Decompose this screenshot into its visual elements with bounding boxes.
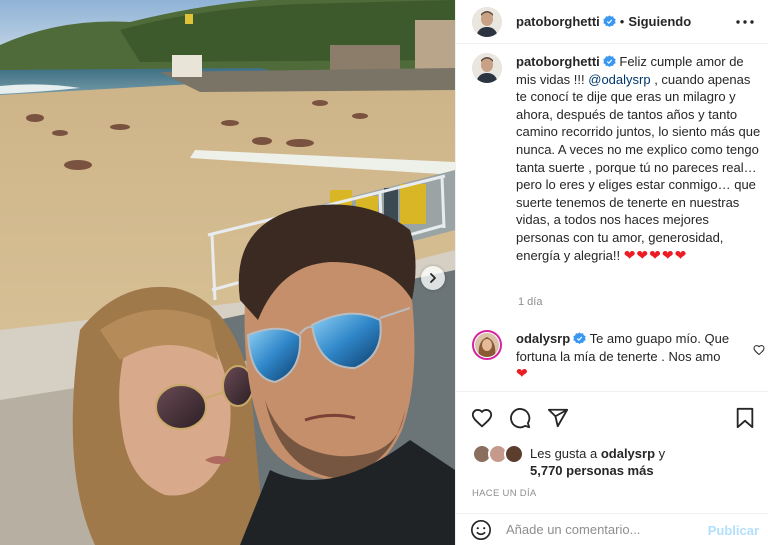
save-button[interactable] [733,406,757,430]
likes-middle: y [655,446,666,461]
verified-badge-icon [603,55,616,68]
like-button[interactable] [470,406,494,430]
comment-input[interactable] [506,522,696,537]
comment-avatar[interactable] [472,330,502,360]
caption-mention-link[interactable]: @odalysrp [588,72,650,87]
likes-text: Les gusta a odalysrp y 5,770 personas má… [530,445,665,479]
caption-time[interactable]: 1 día [518,296,542,308]
chevron-right-icon [430,273,436,283]
comment-username[interactable]: odalysrp [516,331,570,346]
profile-photo-patoborghetti [472,6,502,37]
caption: patoborghetti Feliz cumple amor de mis v… [472,53,762,264]
liker-avatars [472,444,526,466]
bookmark-icon [736,407,754,429]
more-options-icon [736,20,754,24]
next-photo-button[interactable] [421,266,445,290]
caption-text-rest: , cuando apenas te conocí te dije que er… [516,71,761,263]
verified-badge-icon [603,15,616,28]
heart-icon [471,409,493,428]
comment-button[interactable] [508,406,532,430]
post-sidebar: patoborghetti • Siguiendo patoborghetti … [455,0,768,545]
comment-icon [510,408,531,429]
likes-first-user[interactable]: odalysrp [601,446,655,461]
likes-count-link[interactable]: 5,770 personas más [530,463,654,478]
share-button[interactable] [546,406,570,430]
caption-avatar[interactable] [472,53,502,83]
header-user-info: patoborghetti • Siguiendo [516,14,691,29]
header-username[interactable]: patoborghetti [516,14,600,29]
comment-like-button[interactable] [753,344,765,359]
heart-icon [753,345,765,356]
avatar[interactable] [472,6,502,37]
comment-hearts: ❤ [516,365,529,382]
likes-prefix: Les gusta a [530,446,601,461]
header-separator: • [619,14,625,29]
caption-text: patoborghetti Feliz cumple amor de mis v… [516,53,762,264]
profile-photo-odalysrp [475,333,499,357]
share-icon [547,408,569,428]
post-header: patoborghetti • Siguiendo [456,0,768,44]
post-photo[interactable] [0,0,455,545]
comment-item: odalysrp Te amo guapo mío. Que fortuna l… [472,330,762,383]
add-comment-bar: Publicar [456,513,768,545]
liker-avatar [504,444,524,464]
likes-summary: Les gusta a odalysrp y 5,770 personas má… [472,444,665,479]
instagram-post: patoborghetti • Siguiendo patoborghetti … [0,0,768,545]
profile-photo-patoborghetti [472,53,502,83]
beach-selfie-illustration [0,0,455,545]
publish-button[interactable]: Publicar [708,523,759,538]
emoji-icon[interactable] [470,519,492,541]
comments-area[interactable]: patoborghetti Feliz cumple amor de mis v… [456,44,768,390]
post-timestamp[interactable]: HACE UN DÍA [472,488,537,499]
more-options-button[interactable] [733,10,757,34]
caption-hearts: ❤❤❤❤❤ [623,246,688,263]
caption-username[interactable]: patoborghetti [516,54,600,69]
following-button[interactable]: Siguiendo [628,14,691,29]
action-bar [456,391,768,447]
verified-badge-icon [573,332,586,345]
comment-text: odalysrp Te amo guapo mío. Que fortuna l… [516,330,762,383]
